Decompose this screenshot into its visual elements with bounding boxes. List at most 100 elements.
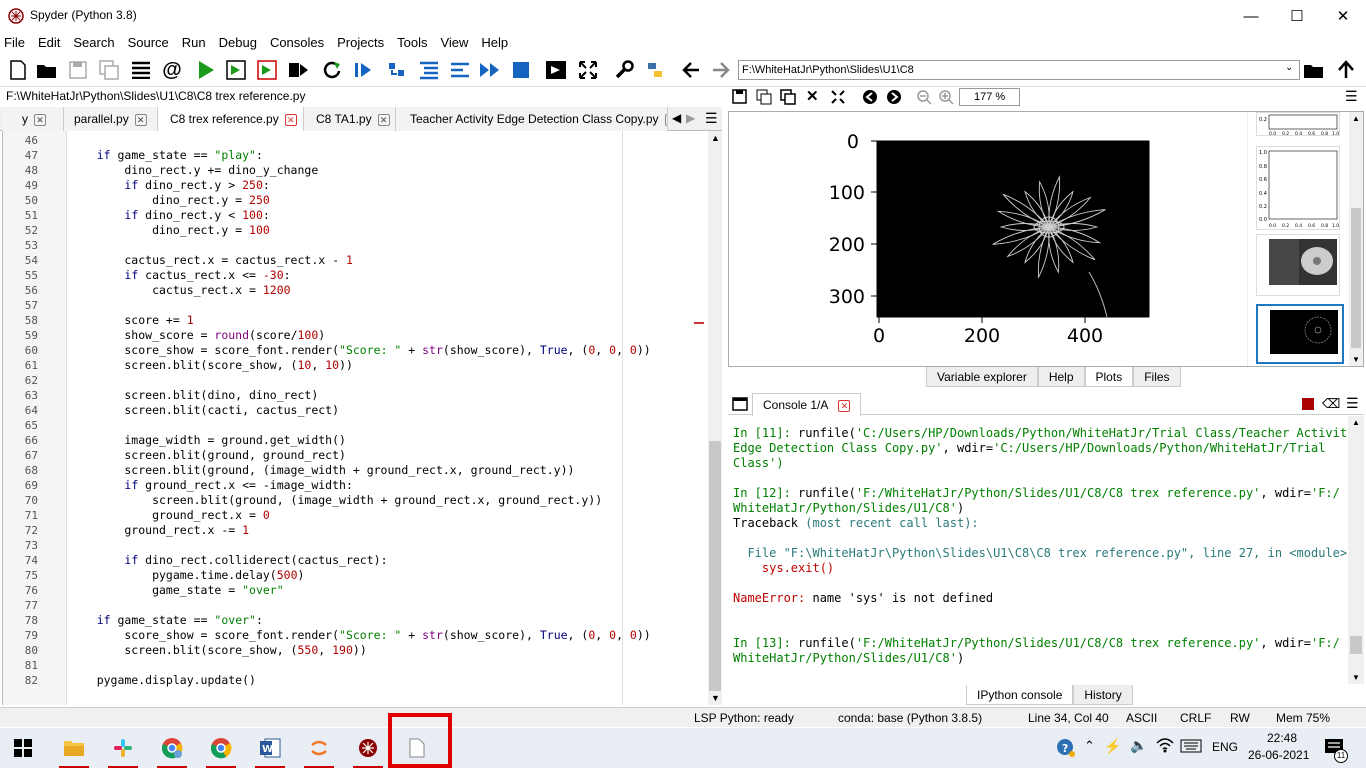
tab-c8-ta1[interactable]: C8 TA1.py ✕ — [304, 107, 396, 131]
chrome-icon[interactable] — [198, 728, 244, 768]
code-editor[interactable]: 46 47 48 49 50 51 52 53 54 55 56 57 58 59 60 61 62 63 64 65… — [2, 131, 708, 705]
menu-view[interactable]: View — [440, 35, 468, 50]
fullscreen-icon[interactable] — [577, 59, 599, 81]
chevron-down-icon[interactable]: ⌄ — [1285, 62, 1293, 73]
tab-scroll-left-icon[interactable]: ◀ — [672, 111, 681, 125]
jupyter-icon[interactable] — [296, 728, 342, 768]
tab-scroll-right-icon[interactable]: ▶ — [686, 111, 695, 125]
editor-scrollbar[interactable]: ▲ ▼ — [708, 131, 722, 705]
scroll-up-icon[interactable]: ▲ — [711, 133, 720, 143]
word-icon[interactable]: W — [247, 728, 293, 768]
next-plot-icon[interactable] — [886, 89, 902, 108]
tab-c8-trex-reference[interactable]: C8 trex reference.py ✕ — [158, 107, 304, 131]
minimize-button[interactable]: — — [1228, 0, 1274, 32]
file-list-icon[interactable] — [130, 59, 152, 81]
close-tab-icon[interactable]: ✕ — [664, 113, 667, 126]
wifi-icon[interactable] — [1156, 737, 1174, 756]
run-icon[interactable] — [195, 59, 217, 81]
new-file-icon[interactable] — [7, 59, 29, 81]
run-selection-icon[interactable] — [288, 59, 310, 81]
menu-projects[interactable]: Projects — [337, 35, 384, 50]
plot-thumbnail[interactable] — [1256, 234, 1340, 296]
run-cell-advance-icon[interactable] — [257, 59, 279, 81]
rerun-icon[interactable] — [321, 59, 343, 81]
help-people-icon[interactable]: ? — [1056, 738, 1076, 761]
plots-scrollbar[interactable]: ▲ ▼ — [1349, 112, 1363, 366]
run-cell-icon[interactable] — [226, 59, 248, 81]
tab-teacher-activity[interactable]: Teacher Activity Edge Detection Class Co… — [396, 107, 668, 131]
open-file-icon[interactable] — [36, 59, 58, 81]
language-indicator[interactable]: ENG — [1212, 740, 1238, 754]
scroll-thumb[interactable] — [1351, 208, 1361, 348]
menu-help[interactable]: Help — [481, 35, 508, 50]
console-options-menu-icon[interactable]: ☰ — [1346, 395, 1359, 412]
eraser-icon[interactable]: ⌫ — [1322, 396, 1340, 412]
menu-tools[interactable]: Tools — [397, 35, 427, 50]
tab-ipython-console[interactable]: IPython console — [966, 685, 1074, 705]
save-icon[interactable] — [67, 59, 89, 81]
save-all-plots-icon[interactable] — [756, 89, 772, 108]
stop-kernel-icon[interactable] — [1302, 398, 1314, 410]
menu-edit[interactable]: Edit — [38, 35, 60, 50]
scroll-up-icon[interactable]: ▲ — [1352, 114, 1360, 123]
scroll-thumb[interactable] — [709, 441, 721, 691]
step-icon[interactable] — [386, 59, 408, 81]
zoom-out-icon[interactable] — [916, 89, 932, 108]
save-plot-icon[interactable] — [732, 89, 748, 108]
close-tab-icon[interactable]: ✕ — [284, 113, 297, 126]
windows-start-icon[interactable] — [0, 728, 46, 768]
remove-all-plots-icon[interactable] — [830, 89, 846, 108]
tab-history[interactable]: History — [1073, 685, 1133, 705]
continue-icon[interactable] — [479, 59, 501, 81]
chevron-up-icon[interactable]: ⌃ — [1084, 738, 1095, 754]
tab-variable-explorer[interactable]: Variable explorer — [926, 367, 1038, 387]
previous-plot-icon[interactable] — [862, 89, 878, 108]
maximize-pane-icon[interactable] — [545, 59, 567, 81]
parent-dir-arrow-icon[interactable] — [1335, 59, 1357, 81]
close-tab-icon[interactable]: ✕ — [34, 113, 46, 126]
tab-partial[interactable]: y ✕ — [2, 107, 64, 131]
menu-file[interactable]: File — [4, 35, 25, 50]
close-tab-icon[interactable]: ✕ — [838, 399, 851, 412]
console-pane-icon[interactable] — [732, 397, 748, 414]
step-return-icon[interactable] — [449, 59, 471, 81]
tab-files[interactable]: Files — [1133, 367, 1181, 387]
preferences-wrench-icon[interactable] — [613, 59, 635, 81]
tab-console-1a[interactable]: Console 1/A ✕ — [752, 393, 862, 416]
stop-debug-icon[interactable] — [510, 59, 532, 81]
maximize-button[interactable]: ☐ — [1274, 0, 1320, 32]
clock-date[interactable]: 26-06-2021 — [1248, 748, 1309, 762]
scroll-up-icon[interactable]: ▲ — [1352, 418, 1360, 427]
menu-source[interactable]: Source — [128, 35, 169, 50]
slack-icon[interactable] — [100, 728, 146, 768]
remove-plot-icon[interactable]: ✕ — [806, 87, 819, 105]
clock-time[interactable]: 22:48 — [1262, 731, 1302, 745]
zoom-level-input[interactable]: 177 % — [959, 88, 1020, 106]
copy-plot-icon[interactable] — [780, 89, 796, 108]
zoom-in-icon[interactable] — [938, 89, 954, 108]
step-into-icon[interactable] — [418, 59, 440, 81]
tab-parallel[interactable]: parallel.py ✕ — [64, 107, 158, 131]
scroll-thumb[interactable] — [1350, 636, 1362, 654]
ipython-console[interactable]: In [11]: runfile('C:/Users/HP/Downloads/… — [728, 416, 1348, 684]
plot-thumbnail[interactable]: 1.0 0.8 0.6 0.4 0.2 0.0 0.0 0.2 0.4 0.6 0.8 1.0 — [1256, 146, 1340, 230]
working-directory-input[interactable]: F:\WhiteHatJr\Python\Slides\U1\C8 — [738, 60, 1300, 80]
file-explorer-icon[interactable] — [51, 728, 97, 768]
scroll-down-icon[interactable]: ▼ — [711, 693, 720, 703]
python-path-icon[interactable] — [644, 59, 666, 81]
close-tab-icon[interactable]: ✕ — [134, 113, 147, 126]
menu-consoles[interactable]: Consoles — [270, 35, 324, 50]
keyboard-icon[interactable] — [1180, 739, 1202, 756]
speaker-icon[interactable]: 🔈 — [1130, 737, 1147, 754]
save-all-icon[interactable] — [98, 59, 120, 81]
plot-thumbnail-selected[interactable] — [1256, 304, 1344, 364]
close-button[interactable]: ✕ — [1320, 0, 1366, 32]
tab-plots[interactable]: Plots — [1084, 367, 1134, 387]
menu-run[interactable]: Run — [182, 35, 206, 50]
scroll-down-icon[interactable]: ▼ — [1352, 355, 1360, 364]
close-tab-icon[interactable]: ✕ — [377, 113, 390, 126]
browse-folder-icon[interactable] — [1303, 59, 1325, 81]
power-plug-icon[interactable]: ⚡ — [1104, 738, 1121, 755]
menu-debug[interactable]: Debug — [219, 35, 257, 50]
at-icon[interactable]: @ — [161, 59, 183, 81]
